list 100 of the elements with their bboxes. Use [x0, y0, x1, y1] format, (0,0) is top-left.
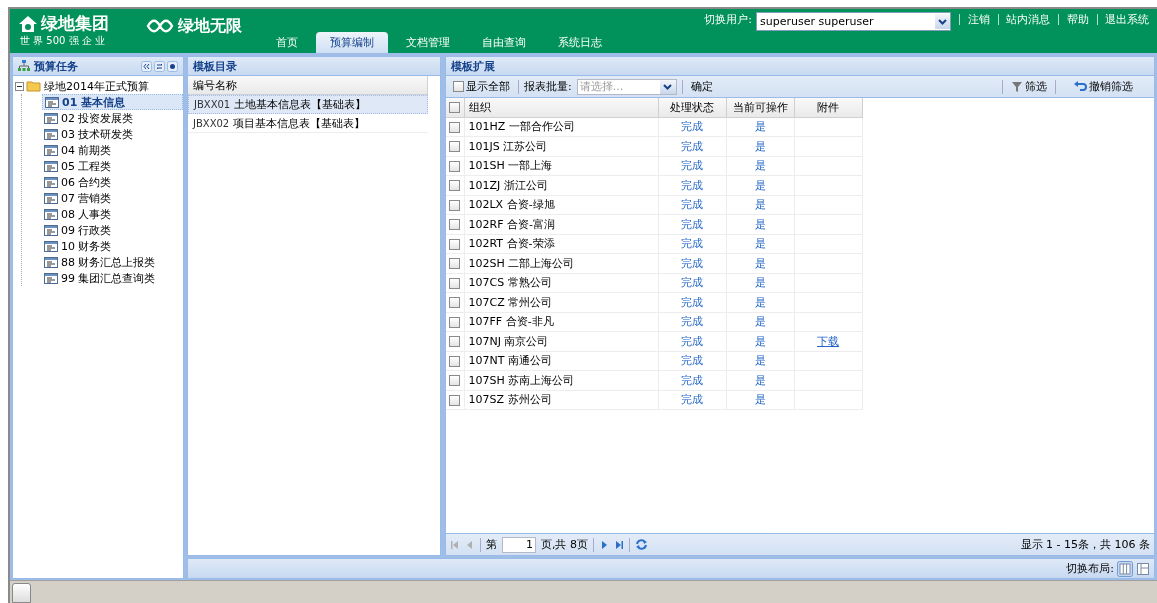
table-cell: 是: [726, 117, 794, 137]
filter-button[interactable]: 筛选: [1008, 78, 1050, 95]
table-cell: 107FF 合资-非凡: [464, 312, 658, 332]
previous-page-icon[interactable]: [465, 539, 475, 550]
column-header: 组织: [464, 98, 658, 117]
table-cell: 是: [726, 370, 794, 390]
tree-item[interactable]: 04 前期类: [42, 142, 183, 158]
funnel-icon: [1011, 80, 1023, 93]
tree-item[interactable]: 99 集团汇总查询类: [42, 270, 183, 286]
table-cell: 完成: [658, 117, 726, 137]
table-cell: 完成: [658, 273, 726, 293]
page-field[interactable]: 1: [502, 536, 536, 553]
table-cell: 107CZ 常州公司: [464, 292, 658, 312]
confirm-button[interactable]: 确定: [687, 78, 716, 95]
column-header: 编号名称: [188, 76, 428, 95]
panel-title: 模板扩展: [451, 58, 495, 74]
tab-button[interactable]: [12, 583, 31, 603]
row-checkbox[interactable]: [449, 297, 461, 309]
nav-tab[interactable]: 文档管理: [392, 32, 464, 53]
tree-item[interactable]: 07 营销类: [42, 190, 183, 206]
split-layout-icon[interactable]: [1136, 561, 1150, 576]
column-header: 当前可操作: [726, 98, 794, 117]
row-checkbox[interactable]: [449, 375, 461, 387]
dropdown-caret-icon[interactable]: [935, 14, 950, 29]
row-checkbox[interactable]: [449, 277, 461, 289]
template-row[interactable]: JBXX01 土地基本信息表【基础表】: [188, 95, 428, 114]
next-page-icon[interactable]: [599, 539, 609, 550]
header-link[interactable]: 站内消息: [1006, 12, 1050, 27]
checkbox[interactable]: [453, 81, 464, 92]
select-all-checkbox[interactable]: [449, 102, 461, 114]
row-checkbox[interactable]: [449, 238, 461, 250]
row-checkbox[interactable]: [449, 199, 461, 211]
table-icon: [44, 272, 58, 284]
tree-item[interactable]: 10 财务类: [42, 238, 183, 254]
download-link[interactable]: 下载: [817, 334, 839, 348]
table-cell: 102RF 合资-富润: [464, 214, 658, 234]
undo-icon: [1074, 80, 1087, 93]
table-cell: 是: [726, 312, 794, 332]
nav-tab[interactable]: 预算编制: [316, 32, 388, 53]
row-checkbox[interactable]: [449, 355, 461, 367]
undo-filter-button[interactable]: 撤销筛选: [1071, 78, 1136, 95]
table-cell: 是: [726, 331, 794, 351]
logo-text: 绿地无限: [178, 15, 242, 37]
refresh-icon[interactable]: [635, 538, 648, 551]
table-icon: [44, 208, 58, 220]
three-column-layout-icon[interactable]: [1117, 560, 1133, 577]
tree-item[interactable]: 05 工程类: [42, 158, 183, 174]
tree-item[interactable]: 03 技术研发类: [42, 126, 183, 142]
table-icon: [44, 160, 58, 172]
table-cell: 是: [726, 273, 794, 293]
nav-tab[interactable]: 自由查询: [468, 32, 540, 53]
table-cell: 101HZ 一部合作公司: [464, 117, 658, 137]
tree-item[interactable]: 02 投资发展类: [42, 110, 183, 126]
nav-tab[interactable]: 系统日志: [544, 32, 616, 53]
row-checkbox[interactable]: [449, 121, 461, 133]
table-cell: 完成: [658, 292, 726, 312]
table-icon: [44, 224, 58, 236]
table-cell: 是: [726, 253, 794, 273]
user-select[interactable]: superuser superuser: [756, 12, 951, 31]
table-cell: 是: [726, 136, 794, 156]
table-cell: 101SH 一部上海: [464, 156, 658, 176]
table-cell: 完成: [658, 331, 726, 351]
logo-text: 绿地集团: [41, 12, 109, 35]
header-link[interactable]: 注销: [967, 12, 990, 27]
table-icon: [44, 128, 58, 140]
header-link[interactable]: 退出系统: [1105, 12, 1149, 27]
nav-tab[interactable]: 首页: [262, 32, 312, 53]
table-cell: 101JS 江苏公司: [464, 136, 658, 156]
template-row[interactable]: JBXX02 项目基本信息表【基础表】: [188, 114, 428, 133]
collapse-toggle-icon[interactable]: [15, 81, 24, 91]
row-checkbox[interactable]: [449, 141, 461, 153]
first-page-icon[interactable]: [450, 539, 460, 550]
folder-icon: [26, 80, 42, 92]
table-cell: 完成: [658, 214, 726, 234]
table-cell: 完成: [658, 351, 726, 371]
table-cell: 完成: [658, 370, 726, 390]
tree-node[interactable]: 绿地2014年正式预算: [44, 78, 149, 94]
row-checkbox[interactable]: [449, 316, 461, 328]
row-checkbox[interactable]: [449, 336, 461, 348]
table-cell: 完成: [658, 312, 726, 332]
tree-item[interactable]: 01 基本信息: [42, 94, 183, 110]
tree-item[interactable]: 08 人事类: [42, 206, 183, 222]
logo-tagline: 世 界 500 强 企 业: [20, 35, 106, 46]
row-checkbox[interactable]: [449, 258, 461, 270]
last-page-icon[interactable]: [614, 539, 624, 550]
tree-item[interactable]: 06 合约类: [42, 174, 183, 190]
tree-item[interactable]: 88 财务汇总上报类: [42, 254, 183, 270]
table-cell: 完成: [658, 253, 726, 273]
column-header: 处理状态: [658, 98, 726, 117]
dropdown-caret-icon[interactable]: [659, 79, 676, 94]
collapse-icon[interactable]: [141, 60, 152, 72]
header-link[interactable]: 帮助: [1066, 12, 1089, 27]
tree-item[interactable]: 09 行政类: [42, 222, 183, 238]
table-cell: 107NJ 南京公司: [464, 331, 658, 351]
row-checkbox[interactable]: [449, 160, 461, 172]
row-checkbox[interactable]: [449, 394, 461, 406]
row-checkbox[interactable]: [449, 180, 461, 192]
row-checkbox[interactable]: [449, 219, 461, 231]
infinity-logo-icon: [146, 18, 174, 34]
table-cell: 完成: [658, 390, 726, 410]
